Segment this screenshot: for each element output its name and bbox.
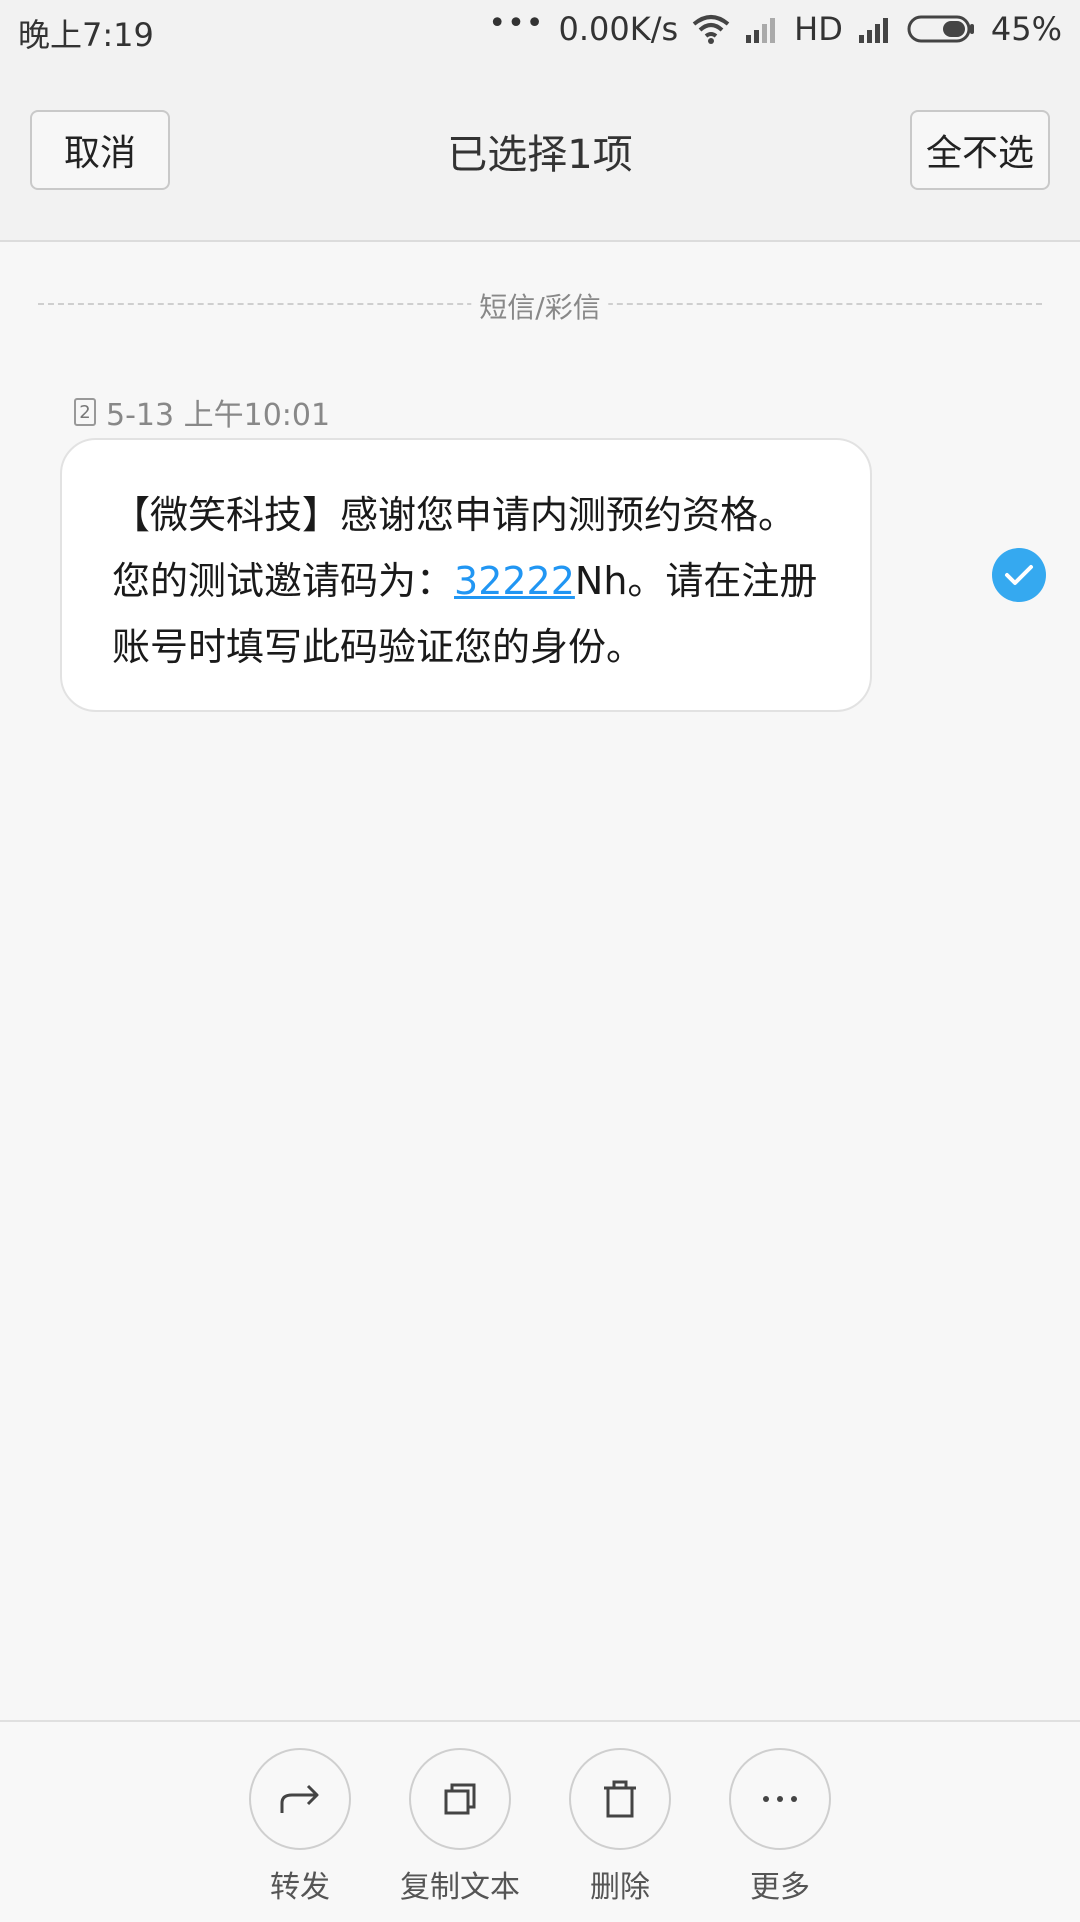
more-dots-indicator: ••• (488, 5, 545, 41)
delete-label: 删除 (590, 1870, 650, 1905)
forward-icon (249, 1748, 351, 1850)
status-time: 晚上7:19 (18, 16, 154, 54)
forward-button[interactable]: 转发 (220, 1748, 380, 1906)
wifi-icon (692, 14, 730, 44)
selected-check-icon[interactable] (992, 548, 1046, 602)
network-speed: 0.00K/s (558, 10, 679, 48)
message-bubble[interactable]: 【微笑科技】感谢您申请内测预约资格。您的测试邀请码为：32222Nh。请在注册账… (60, 438, 872, 712)
forward-label: 转发 (270, 1870, 330, 1905)
section-divider: 短信/彩信 (38, 286, 1042, 326)
message-text: 【微笑科技】感谢您申请内测预约资格。您的测试邀请码为：32222Nh。请在注册账… (112, 482, 832, 680)
signal-icon-2 (857, 15, 893, 43)
status-icons: ••• 0.00K/s HD 45% (488, 6, 1062, 49)
sim-card-icon: 2 (74, 398, 96, 426)
message-meta: 2 5-13 上午10:01 (74, 390, 330, 434)
message-timestamp: 5-13 上午10:01 (106, 398, 331, 433)
copy-text-button[interactable]: 复制文本 (380, 1748, 540, 1906)
signal-icon-1 (744, 15, 780, 43)
status-bar: 晚上7:19 ••• 0.00K/s HD 45% (0, 0, 1080, 64)
copy-text-label: 复制文本 (400, 1870, 520, 1905)
battery-icon (907, 14, 977, 44)
copy-icon (409, 1748, 511, 1850)
more-icon (729, 1748, 831, 1850)
bottom-toolbar: 转发 复制文本 删除 更多 (0, 1720, 1080, 1922)
trash-icon (569, 1748, 671, 1850)
selection-header: 取消 已选择1项 全不选 (0, 64, 1080, 242)
more-label: 更多 (750, 1870, 810, 1905)
delete-button[interactable]: 删除 (540, 1748, 700, 1906)
hd-indicator: HD (794, 10, 843, 48)
battery-percent: 45% (990, 10, 1062, 48)
invite-code-link[interactable]: 32222 (454, 559, 575, 603)
section-label: 短信/彩信 (471, 286, 609, 326)
deselect-all-button[interactable]: 全不选 (910, 110, 1050, 190)
more-button[interactable]: 更多 (700, 1748, 860, 1906)
